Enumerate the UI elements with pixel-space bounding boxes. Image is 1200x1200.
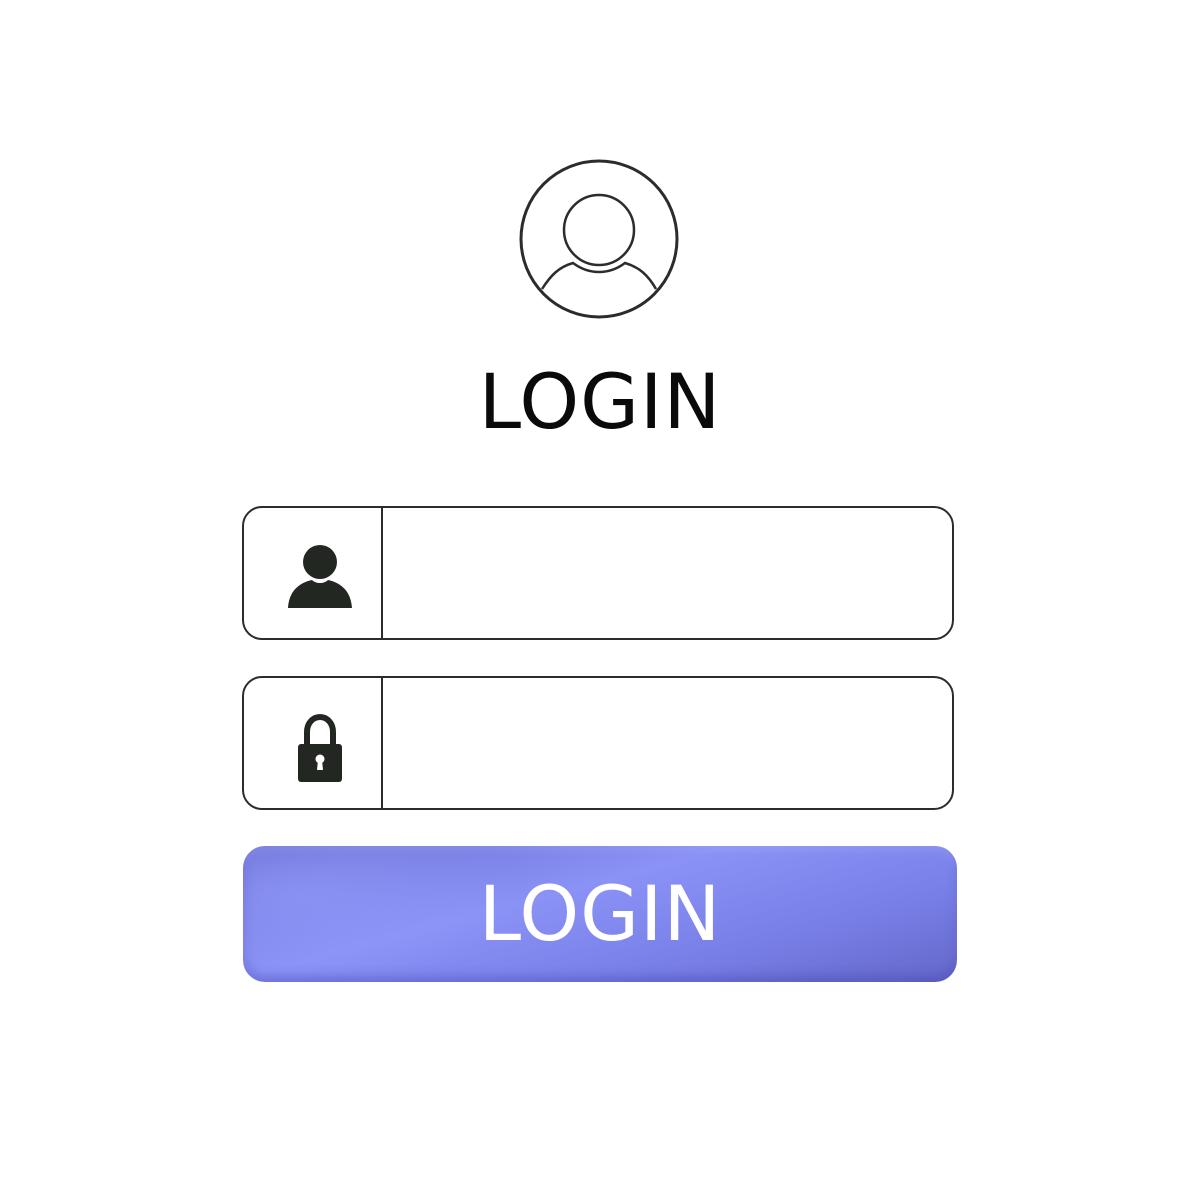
password-icon-cell (244, 678, 383, 808)
username-field[interactable] (242, 506, 954, 640)
lock-icon (298, 713, 342, 782)
page-title: LOGIN (478, 357, 722, 446)
avatar (519, 159, 679, 319)
password-input[interactable] (386, 678, 946, 808)
password-field[interactable] (242, 676, 954, 810)
login-button[interactable]: LOGIN (243, 846, 957, 982)
username-icon-cell (244, 508, 383, 638)
username-input[interactable] (386, 508, 946, 638)
user-icon (288, 545, 352, 608)
avatar-icon (519, 159, 679, 319)
